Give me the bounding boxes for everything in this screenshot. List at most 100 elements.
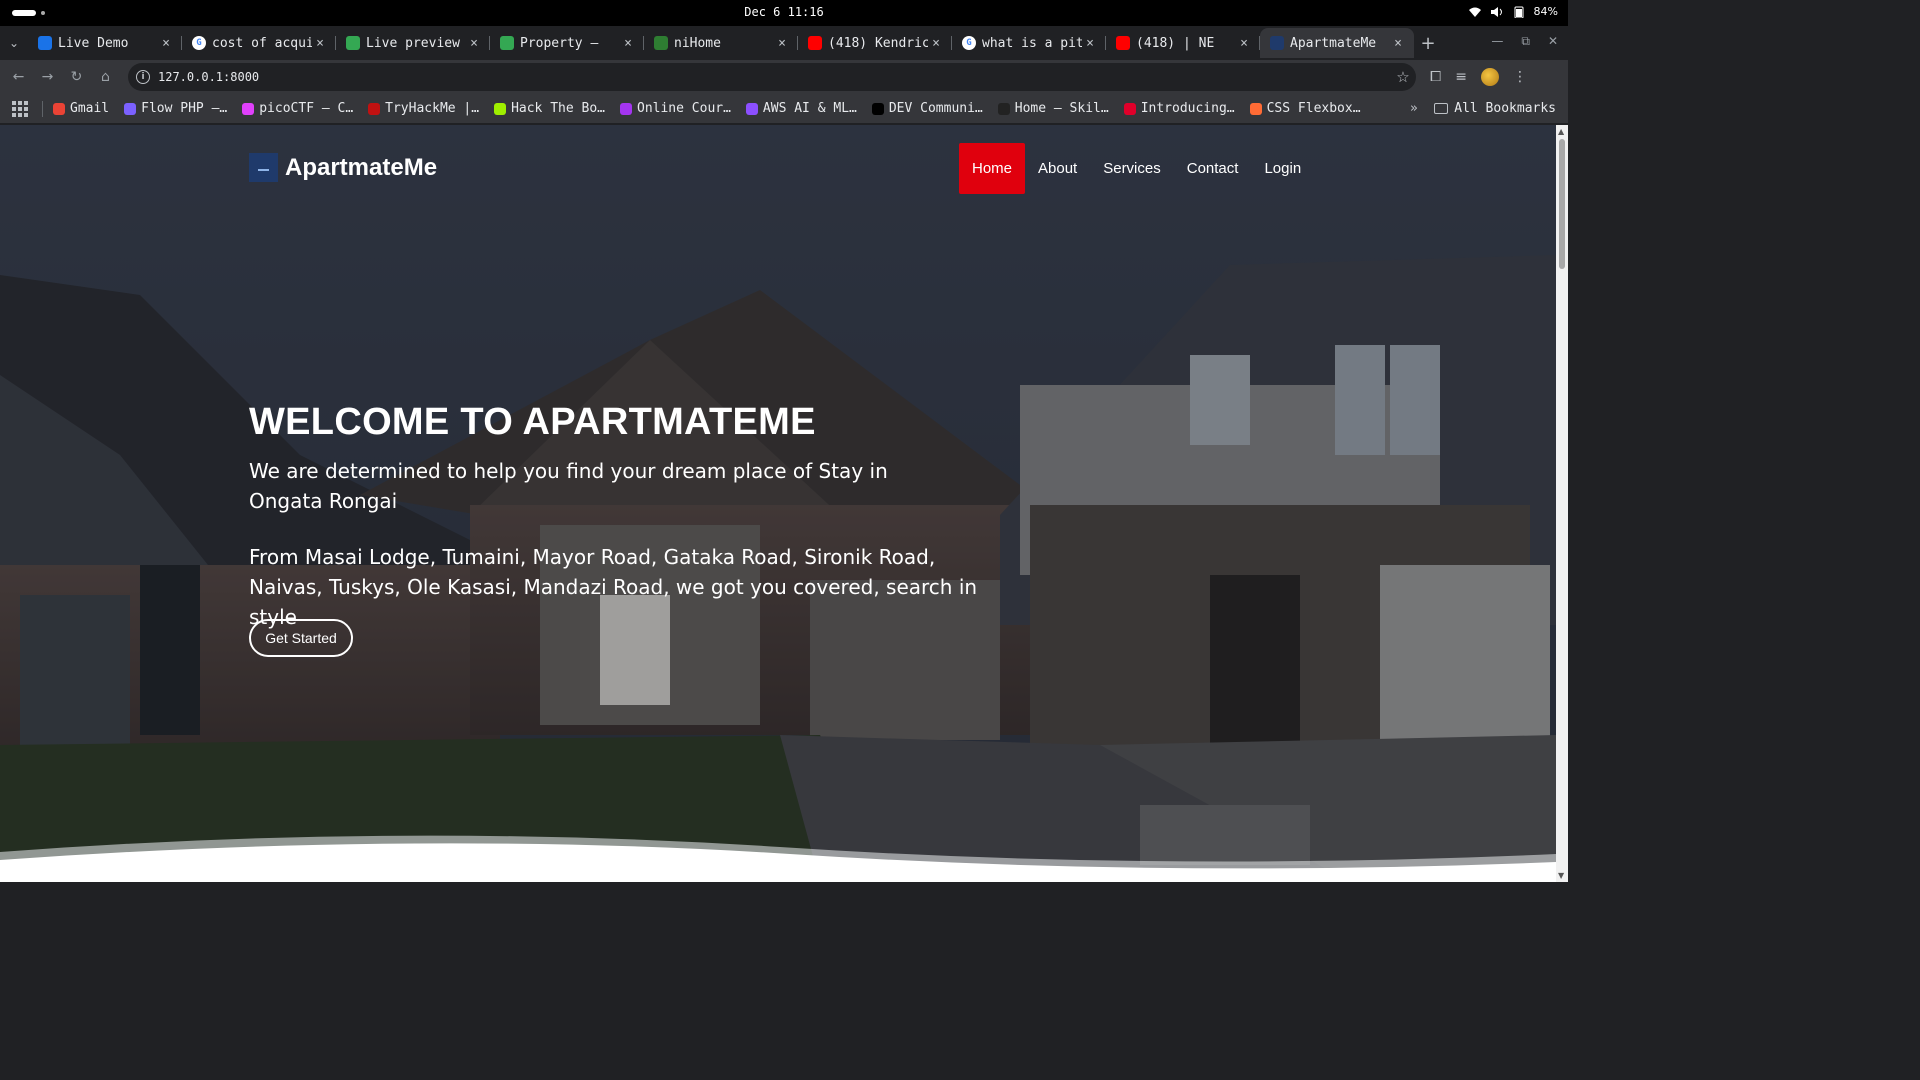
all-bookmarks-button[interactable]: All Bookmarks bbox=[1434, 101, 1556, 116]
site-logo-text: ApartmateMe bbox=[285, 153, 438, 181]
tab-8[interactable]: ApartmateMe × bbox=[1260, 28, 1414, 58]
extensions-icon[interactable]: ⧠ bbox=[1430, 69, 1441, 85]
nav-contact[interactable]: Contact bbox=[1174, 143, 1252, 194]
media-controls-icon[interactable]: ≡ bbox=[1455, 69, 1467, 85]
bookmark-label: DEV Communi… bbox=[888, 101, 983, 116]
tab-strip: ⌄ Live Demo × Gcost of acqui × Live preview ×… bbox=[0, 26, 1568, 60]
tab-1[interactable]: Gcost of acqui × bbox=[182, 28, 336, 58]
nav-login[interactable]: Login bbox=[1251, 143, 1314, 194]
nav-about[interactable]: About bbox=[1025, 143, 1090, 194]
bookmark-6[interactable]: AWS AI & ML… bbox=[745, 101, 857, 116]
browser-toolbar: ← → ↻ ⌂ i 127.0.0.1:8000 ☆ ⧠ ≡ ⋮ bbox=[0, 60, 1568, 94]
htb-icon bbox=[494, 102, 507, 115]
bookmark-3[interactable]: TryHackMe |… bbox=[368, 101, 479, 116]
menu-kebab-icon[interactable]: ⋮ bbox=[1513, 69, 1527, 85]
minimize-icon[interactable]: — bbox=[1491, 34, 1503, 49]
url-text[interactable]: 127.0.0.1:8000 bbox=[158, 70, 1390, 84]
close-tab-icon[interactable]: × bbox=[928, 36, 944, 51]
tab-search-button[interactable]: ⌄ bbox=[0, 29, 28, 57]
tab-6[interactable]: Gwhat is a pit × bbox=[952, 28, 1106, 58]
page-viewport: ApartmateMe Home About Services Contact Logi… bbox=[0, 125, 1568, 882]
site-info-icon[interactable]: i bbox=[136, 70, 150, 84]
close-tab-icon[interactable]: × bbox=[466, 36, 482, 51]
bookmark-5[interactable]: Online Cour… bbox=[620, 101, 731, 116]
nav-services[interactable]: Services bbox=[1090, 143, 1174, 194]
hero-title: WELCOME TO APARTMATEME bbox=[249, 401, 816, 443]
close-tab-icon[interactable]: × bbox=[774, 36, 790, 51]
toolbar-actions: ⧠ ≡ ⋮ bbox=[1430, 68, 1527, 86]
tab-7[interactable]: (418) | NE × bbox=[1106, 28, 1260, 58]
logo-icon bbox=[249, 153, 278, 182]
bookmark-label: AWS AI & ML… bbox=[762, 101, 857, 116]
reload-button[interactable]: ↻ bbox=[62, 69, 91, 85]
system-bar: Dec 6 11:16 84% bbox=[0, 0, 1568, 26]
close-tab-icon[interactable]: × bbox=[158, 36, 174, 51]
system-tray[interactable]: 84% bbox=[1468, 5, 1558, 18]
nav-home[interactable]: Home bbox=[959, 143, 1026, 194]
close-tab-icon[interactable]: × bbox=[1082, 36, 1098, 51]
get-started-button[interactable]: Get Started bbox=[249, 619, 353, 657]
close-tab-icon[interactable]: × bbox=[1390, 36, 1406, 51]
apartmate-icon bbox=[1270, 36, 1284, 50]
new-tab-button[interactable]: + bbox=[1414, 33, 1442, 54]
restore-icon[interactable]: ⧉ bbox=[1521, 34, 1530, 49]
youtube-icon bbox=[1116, 36, 1130, 50]
bookmark-label: picoCTF – C… bbox=[259, 101, 354, 116]
picoctf-icon bbox=[242, 102, 255, 115]
bookmarks-overflow-button[interactable]: » bbox=[1410, 101, 1418, 116]
bookmark-4[interactable]: Hack The Bo… bbox=[494, 101, 605, 116]
scroll-up-icon[interactable]: ▲ bbox=[1558, 127, 1564, 136]
battery-icon[interactable] bbox=[1512, 6, 1526, 18]
bookmark-label: Gmail bbox=[70, 101, 110, 116]
wifi-icon[interactable] bbox=[1468, 6, 1482, 18]
skill-icon bbox=[997, 102, 1010, 115]
course-icon bbox=[620, 102, 632, 115]
bookmark-star-icon[interactable]: ☆ bbox=[1390, 68, 1416, 86]
bookmark-1[interactable]: Flow PHP –… bbox=[124, 101, 227, 116]
tab-5[interactable]: (418) Kendric × bbox=[798, 28, 952, 58]
gmail-icon bbox=[53, 102, 65, 115]
bookmark-8[interactable]: Home – Skil… bbox=[997, 101, 1109, 116]
close-tab-icon[interactable]: × bbox=[312, 36, 328, 51]
tab-title: cost of acqui bbox=[212, 35, 312, 51]
close-tab-icon[interactable]: × bbox=[1236, 36, 1252, 51]
tab-title: Live preview bbox=[366, 35, 460, 51]
site-logo[interactable]: ApartmateMe bbox=[249, 153, 437, 182]
system-clock[interactable]: Dec 6 11:16 bbox=[0, 5, 1568, 19]
page-scrollbar[interactable]: ▲ ▼ bbox=[1556, 125, 1568, 882]
hero-description: From Masai Lodge, Tumaini, Mayor Road, G… bbox=[249, 545, 978, 629]
tab-3[interactable]: Property – × bbox=[490, 28, 644, 58]
close-tab-icon[interactable]: × bbox=[620, 36, 636, 51]
forward-button[interactable]: → bbox=[33, 69, 62, 85]
tab-2[interactable]: Live preview × bbox=[336, 28, 490, 58]
all-bookmarks-label: All Bookmarks bbox=[1454, 101, 1556, 116]
address-bar[interactable]: i 127.0.0.1:8000 ☆ bbox=[128, 63, 1416, 91]
bookmark-2[interactable]: picoCTF – C… bbox=[242, 101, 353, 116]
tab-0[interactable]: Live Demo × bbox=[28, 28, 182, 58]
volume-icon[interactable] bbox=[1490, 6, 1504, 18]
tab-4[interactable]: niHome × bbox=[644, 28, 798, 58]
bookmark-10[interactable]: CSS Flexbox… bbox=[1249, 101, 1361, 116]
ig-icon bbox=[1123, 102, 1136, 115]
tryhackme-icon bbox=[368, 102, 381, 115]
scroll-down-icon[interactable]: ▼ bbox=[1558, 871, 1564, 880]
apps-grid-icon[interactable] bbox=[12, 100, 28, 117]
site-navigation: Home About Services Contact Login bbox=[959, 143, 1314, 194]
hero-bottom-wave bbox=[0, 835, 1556, 882]
google-icon: G bbox=[962, 36, 976, 50]
profile-avatar[interactable] bbox=[1480, 68, 1499, 86]
back-button[interactable]: ← bbox=[4, 69, 33, 85]
reload-icon: ↻ bbox=[70, 69, 83, 85]
arrow-left-icon: ← bbox=[12, 69, 25, 85]
green-leaf-icon bbox=[654, 36, 668, 50]
bookmark-0[interactable]: Gmail bbox=[53, 101, 109, 116]
bookmark-9[interactable]: Introducing… bbox=[1123, 101, 1235, 116]
bookmark-7[interactable]: DEV Communi… bbox=[871, 101, 983, 116]
home-button[interactable]: ⌂ bbox=[91, 69, 120, 85]
scrollbar-thumb[interactable] bbox=[1559, 139, 1565, 269]
tab-title: niHome bbox=[674, 35, 721, 51]
plus-icon: + bbox=[1420, 32, 1436, 54]
bookmark-label: CSS Flexbox… bbox=[1266, 101, 1361, 116]
close-window-icon[interactable]: ✕ bbox=[1548, 34, 1558, 49]
bookmarks-divider bbox=[42, 100, 43, 117]
